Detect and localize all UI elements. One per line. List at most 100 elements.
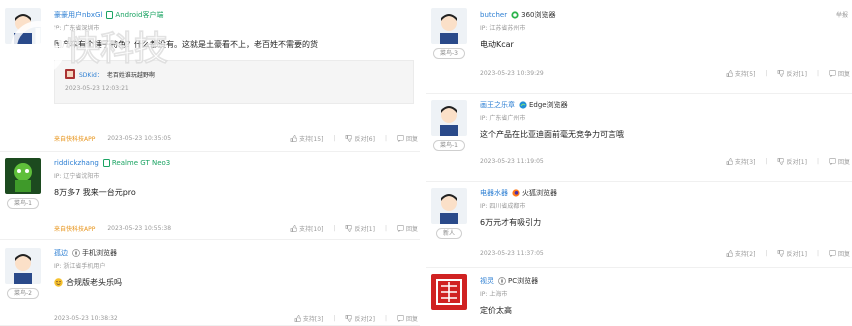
avatar[interactable]	[431, 188, 467, 224]
comment-item: 豪豪用户nbxGl Android客户端 IP: 广东省深圳市 国产车有个锤子特…	[0, 0, 420, 152]
comment-icon	[829, 249, 836, 257]
reply-text: 老百姓谁玩越野啊	[106, 71, 155, 79]
username[interactable]: 电器水器	[480, 188, 508, 198]
support-button[interactable]: 支持[10]	[290, 224, 323, 233]
device-label: Realme GT Neo3	[102, 159, 170, 167]
oppose-button[interactable]: 反对[1]	[777, 249, 807, 258]
browser-360-icon	[511, 11, 519, 19]
edge-browser-icon	[519, 101, 527, 109]
reply-button[interactable]: 回复	[829, 249, 850, 258]
reply-username[interactable]: SDKid：	[79, 70, 103, 79]
ip-location: IP: 浙江省手机用户	[54, 263, 106, 270]
comment-time: 2023-05-23 10:35:05	[107, 134, 172, 142]
ip-location: IP: 四川省成都市	[480, 203, 526, 210]
comment-icon	[397, 314, 404, 322]
comment-footer: 来自快科技APP 2023-05-23 10:35:05 支持[15] | 反对…	[54, 134, 418, 143]
avatar[interactable]	[431, 274, 467, 310]
reply-button[interactable]: 回复	[397, 314, 418, 323]
rank-badge: 新人	[435, 228, 462, 239]
report-link[interactable]: 举报	[836, 10, 848, 19]
comment-footer: 2023-05-23 11:37:05 支持[2] | 反对[1] | 回复	[480, 249, 850, 258]
thumbs-up-icon	[290, 224, 298, 232]
comment-time: 2023-05-23 11:19:05	[480, 157, 544, 165]
avatar[interactable]	[5, 248, 41, 284]
username[interactable]: 视灵	[480, 276, 494, 286]
source-label[interactable]: 来自快科技APP	[54, 224, 95, 233]
thumbs-down-icon	[346, 314, 353, 322]
avatar[interactable]	[5, 158, 41, 194]
source-label[interactable]: 来自快科技APP	[54, 134, 95, 143]
comment-footer: 2023-05-23 10:39:29 支持[5] | 反对[1] | 回复	[480, 69, 850, 78]
support-button[interactable]: 支持[5]	[726, 69, 755, 78]
device-label: 火狐浏览器	[512, 188, 557, 198]
ip-location: IP: 辽宁省沈阳市	[54, 173, 100, 180]
support-button[interactable]: 支持[15]	[290, 134, 323, 143]
comment-text: 定价太高	[480, 306, 512, 315]
thumbs-up-icon	[726, 157, 733, 165]
comment-text: 电动Kcar	[480, 40, 514, 49]
emoji-icon	[54, 278, 63, 287]
avatar[interactable]	[5, 8, 41, 44]
comments-left-column: 豪豪用户nbxGl Android客户端 IP: 广东省深圳市 国产车有个锤子特…	[0, 0, 420, 326]
comment-icon	[397, 134, 404, 142]
rank-badge: 菜鸟-2	[7, 288, 39, 299]
ip-location: IP: 广东省深圳市	[54, 25, 100, 32]
username[interactable]: 豪豪用户nbxGl	[54, 10, 102, 20]
username[interactable]: 画王之乐章	[480, 100, 515, 110]
oppose-button[interactable]: 反对[1]	[777, 69, 807, 78]
ip-location: IP: 江苏省苏州市	[480, 25, 526, 32]
thumbs-up-icon	[290, 134, 298, 142]
thumbs-down-icon	[346, 134, 353, 142]
comment-footer: 2023-05-23 10:38:32 支持[3] | 反对[2] | 回复	[54, 314, 418, 323]
comment-time: 2023-05-23 11:37:05	[480, 249, 544, 257]
comment-item: 菜鸟-2 孤边 手机浏览器 IP: 浙江省手机用户 合规版老头乐吗 2023-0…	[0, 240, 420, 326]
username[interactable]: 孤边	[54, 248, 68, 258]
comment-item: 菜鸟-3 butcher 360浏览器 IP: 江苏省苏州市 电动Kcar 举报…	[426, 0, 852, 94]
oppose-button[interactable]: 反对[1]	[777, 157, 807, 166]
browser-icon	[72, 249, 80, 257]
thumbs-down-icon	[778, 69, 785, 77]
reply-time: 2023-05-23 12:03:21	[65, 85, 129, 92]
comment-footer: 2023-05-23 11:19:05 支持[3] | 反对[1] | 回复	[480, 157, 850, 166]
oppose-button[interactable]: 反对[1]	[345, 224, 375, 233]
device-label: Edge浏览器	[519, 100, 568, 110]
thumbs-up-icon	[726, 69, 733, 77]
comment-text: 合规版老头乐吗	[54, 277, 414, 288]
device-label: PC浏览器	[498, 276, 538, 286]
support-button[interactable]: 支持[3]	[726, 157, 755, 166]
phone-icon	[102, 159, 110, 167]
username[interactable]: butcher	[480, 11, 507, 19]
avatar[interactable]	[431, 8, 467, 44]
comment-item: 新人 电器水器 火狐浏览器 IP: 四川省成都市 6万元才有吸引力 2023-0…	[426, 182, 852, 268]
phone-icon	[106, 11, 114, 19]
ip-location: IP: 上海市	[480, 291, 508, 298]
comment-time: 2023-05-23 10:55:38	[107, 224, 172, 232]
rank-badge: 菜鸟-1	[433, 140, 465, 151]
comment-item: 菜鸟-1 riddickzhang Realme GT Neo3 IP: 辽宁省…	[0, 152, 420, 240]
rank-badge: 菜鸟-3	[433, 48, 465, 59]
rank-badge: 菜鸟-1	[7, 198, 39, 209]
firefox-icon	[512, 189, 520, 197]
thumbs-down-icon	[778, 157, 785, 165]
support-button[interactable]: 支持[3]	[294, 314, 323, 323]
comment-icon	[829, 157, 836, 165]
thumbs-down-icon	[346, 224, 353, 232]
username[interactable]: riddickzhang	[54, 159, 99, 167]
thumbs-up-icon	[726, 249, 733, 257]
oppose-button[interactable]: 反对[2]	[345, 314, 375, 323]
support-button[interactable]: 支持[2]	[726, 249, 755, 258]
oppose-button[interactable]: 反对[6]	[345, 134, 375, 143]
reply-button[interactable]: 回复	[829, 157, 850, 166]
reply-button[interactable]: 回复	[397, 134, 418, 143]
device-label: 360浏览器	[511, 10, 555, 20]
comment-text: 这个产品在比亚迪面前毫无竞争力可言哦	[480, 130, 624, 139]
reply-button[interactable]: 回复	[829, 69, 850, 78]
reply-button[interactable]: 回复	[397, 224, 418, 233]
browser-icon	[498, 277, 506, 285]
device-label: 手机浏览器	[72, 248, 117, 258]
thumbs-up-icon	[294, 314, 301, 322]
avatar[interactable]	[431, 100, 467, 136]
comment-icon	[397, 224, 404, 232]
comment-item: 视灵 PC浏览器 IP: 上海市 定价太高	[426, 268, 852, 326]
ip-location: IP: 广东省广州市	[480, 115, 526, 122]
